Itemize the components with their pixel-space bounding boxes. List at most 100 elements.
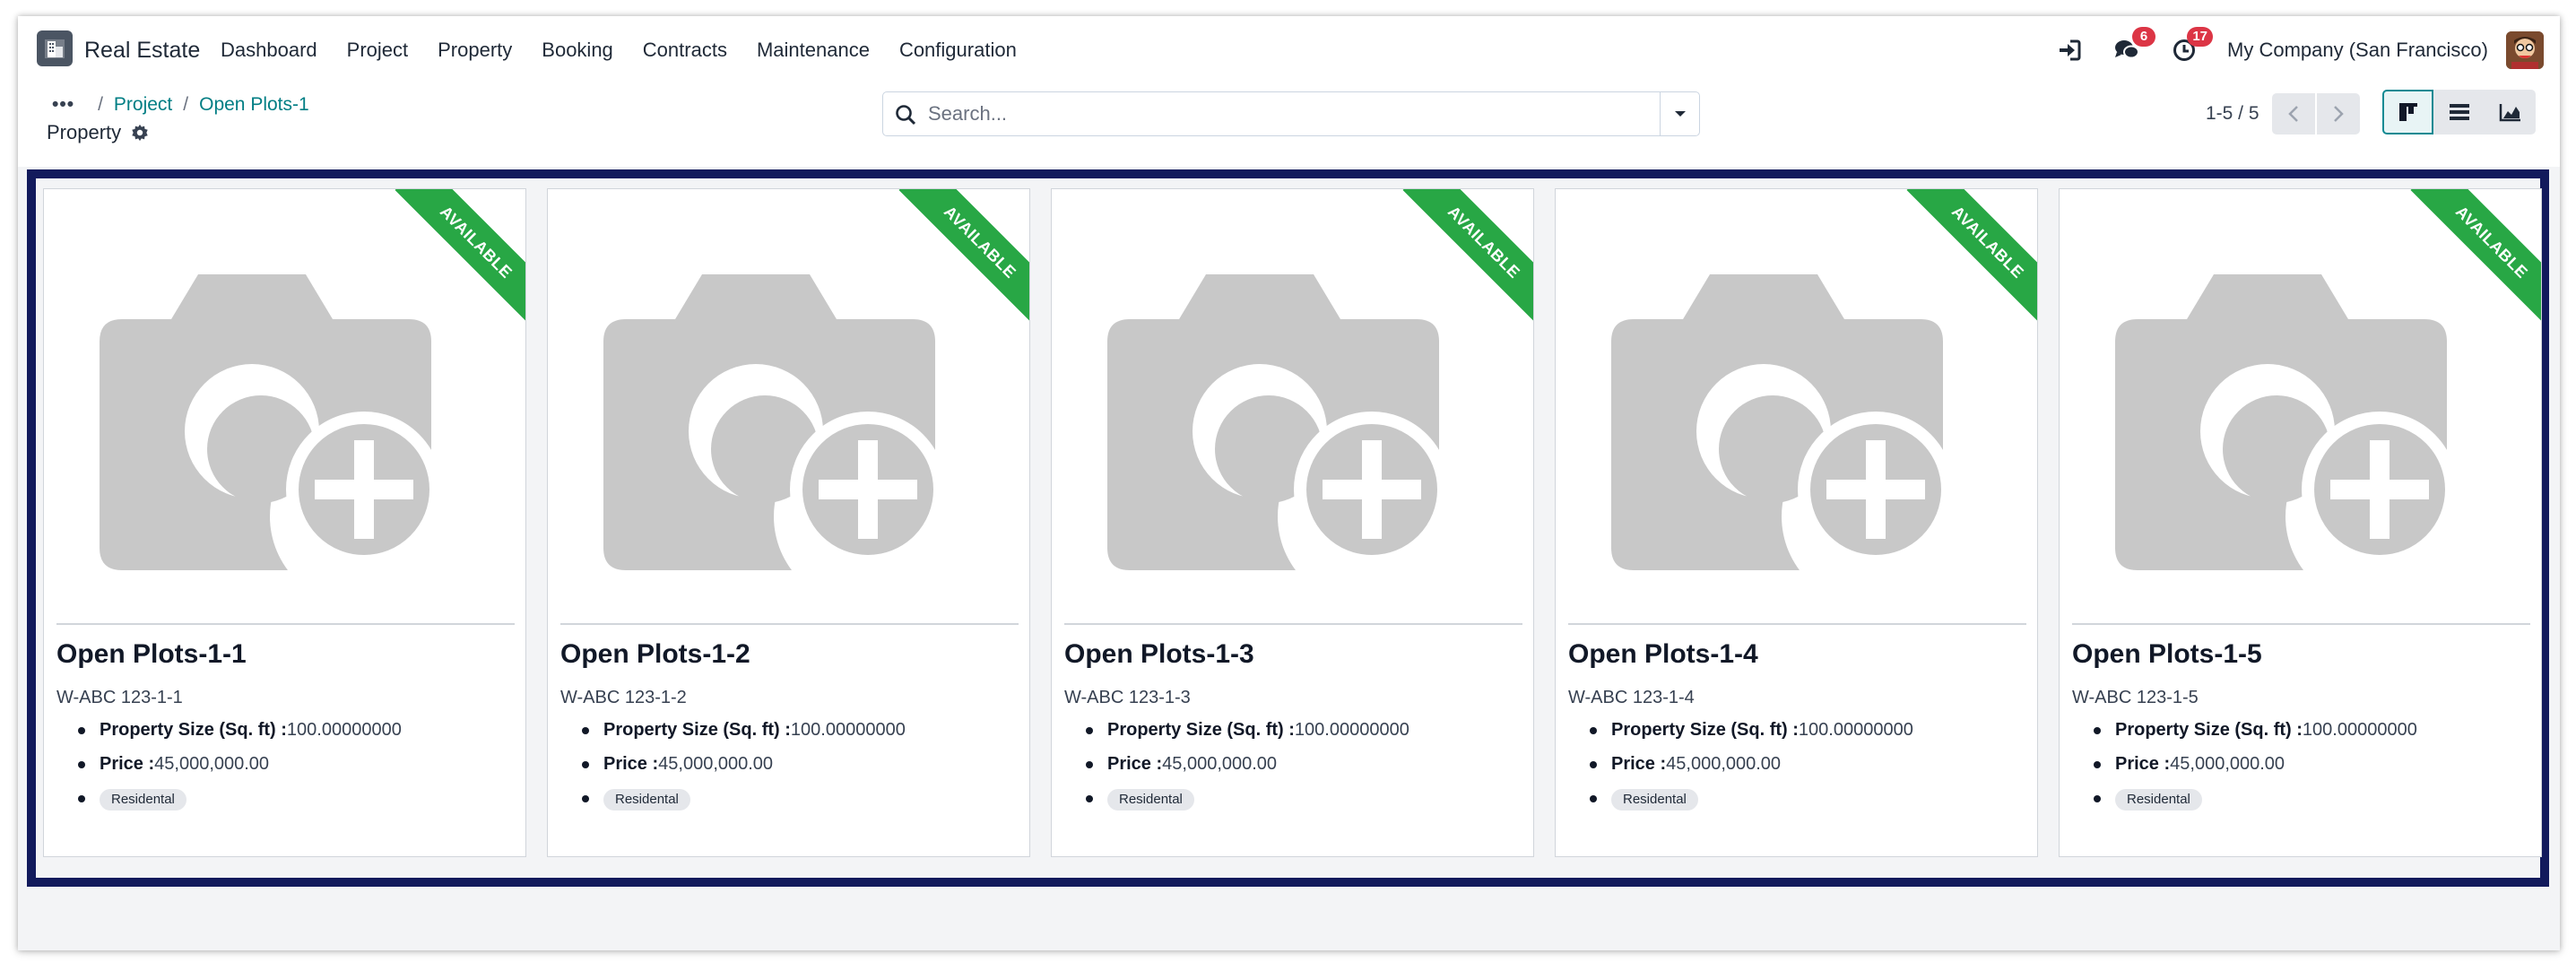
- property-type-tag: Residental: [100, 789, 186, 811]
- price-label: Price :: [1611, 754, 1667, 774]
- search-icon: [896, 105, 916, 126]
- kanban-record-card[interactable]: AVAILABLE Open Plots-1-4 W-ABC 123-1-4 P…: [1555, 188, 2038, 857]
- graph-view-button[interactable]: [2485, 90, 2536, 134]
- tags-item: Residental: [1568, 785, 1913, 819]
- card-divider: [56, 623, 515, 625]
- company-switcher[interactable]: My Company (San Francisco): [2227, 39, 2488, 62]
- price-label: Price :: [100, 754, 155, 774]
- property-size-value: 100.00000000: [2302, 720, 2417, 740]
- messages-icon[interactable]: 6: [2111, 27, 2156, 66]
- area-chart-icon: [2499, 104, 2520, 122]
- breadcrumb-separator: /: [183, 94, 189, 115]
- breadcrumb-separator: /: [98, 94, 103, 115]
- price-value: 45,000,000.00: [658, 754, 774, 774]
- main-menu: Dashboard Project Property Booking Contr…: [221, 16, 1046, 84]
- property-size-item: Property Size (Sq. ft) :100.00000000: [1064, 716, 1409, 750]
- menu-project[interactable]: Project: [347, 39, 408, 62]
- breadcrumb-project[interactable]: Project: [114, 94, 172, 116]
- menu-contracts[interactable]: Contracts: [643, 39, 727, 62]
- property-size-value: 100.00000000: [790, 720, 906, 740]
- user-avatar[interactable]: [2506, 31, 2544, 69]
- kanban-view-button[interactable]: [2382, 90, 2433, 134]
- menu-maintenance[interactable]: Maintenance: [757, 39, 870, 62]
- price-item: Price :45,000,000.00: [56, 750, 402, 785]
- price-value: 45,000,000.00: [2170, 754, 2285, 774]
- selection-highlight: AVAILABLE Open Plots-1-1 W-ABC 123-1-1 P…: [27, 169, 2549, 887]
- pager-next-button[interactable]: [2316, 93, 2360, 134]
- record-reference: W-ABC 123-1-2: [560, 688, 687, 707]
- record-details: Property Size (Sq. ft) :100.00000000 Pri…: [2072, 716, 2417, 819]
- kanban-record-card[interactable]: AVAILABLE Open Plots-1-1 W-ABC 123-1-1 P…: [43, 188, 526, 857]
- search-options-toggle[interactable]: [1660, 92, 1699, 135]
- breadcrumb-open-plots[interactable]: Open Plots-1: [199, 94, 309, 116]
- card-divider: [560, 623, 1019, 625]
- breadcrumb: ••• / Project / Open Plots-1: [52, 94, 309, 116]
- kanban-record-card[interactable]: AVAILABLE Open Plots-1-2 W-ABC 123-1-2 P…: [547, 188, 1030, 857]
- gear-icon[interactable]: [130, 123, 150, 143]
- record-details: Property Size (Sq. ft) :100.00000000 Pri…: [1064, 716, 1409, 819]
- kanban-renderer: AVAILABLE Open Plots-1-1 W-ABC 123-1-1 P…: [43, 188, 2542, 857]
- camera-plus-icon: [603, 274, 935, 570]
- activity-clock-icon[interactable]: 17: [2168, 27, 2214, 66]
- list-icon: [2449, 104, 2469, 120]
- tags-item: Residental: [560, 785, 906, 819]
- record-reference: W-ABC 123-1-1: [56, 688, 183, 707]
- price-label: Price :: [1107, 754, 1163, 774]
- property-size-label: Property Size (Sq. ft) :: [2115, 720, 2303, 740]
- tags-item: Residental: [1064, 785, 1409, 819]
- chevron-right-icon: [2333, 106, 2344, 122]
- search-bar: [882, 91, 1700, 136]
- record-title: Open Plots-1-5: [2072, 639, 2262, 669]
- menu-booking[interactable]: Booking: [542, 39, 613, 62]
- kanban-record-card[interactable]: AVAILABLE Open Plots-1-3 W-ABC 123-1-3 P…: [1051, 188, 1534, 857]
- breadcrumb-more-button[interactable]: •••: [52, 94, 74, 116]
- apps-menu-icon[interactable]: [37, 30, 73, 66]
- view-switcher: [2382, 90, 2536, 134]
- menu-dashboard[interactable]: Dashboard: [221, 39, 317, 62]
- camera-plus-icon: [100, 274, 431, 570]
- record-reference: W-ABC 123-1-4: [1568, 688, 1695, 707]
- kanban-icon: [2398, 103, 2417, 121]
- price-item: Price :45,000,000.00: [2072, 750, 2417, 785]
- record-title: Open Plots-1-2: [560, 639, 750, 669]
- menu-property[interactable]: Property: [438, 39, 512, 62]
- list-view-button[interactable]: [2433, 90, 2485, 134]
- tags-item: Residental: [2072, 785, 2417, 819]
- property-size-value: 100.00000000: [286, 720, 402, 740]
- app-brand[interactable]: Real Estate: [84, 16, 200, 84]
- app-window: Real Estate Dashboard Project Property B…: [18, 16, 2560, 950]
- price-item: Price :45,000,000.00: [1064, 750, 1409, 785]
- property-size-label: Property Size (Sq. ft) :: [603, 720, 791, 740]
- property-type-tag: Residental: [1107, 789, 1194, 811]
- record-details: Property Size (Sq. ft) :100.00000000 Pri…: [1568, 716, 1913, 819]
- price-item: Price :45,000,000.00: [1568, 750, 1913, 785]
- record-reference: W-ABC 123-1-3: [1064, 688, 1191, 707]
- property-size-item: Property Size (Sq. ft) :100.00000000: [2072, 716, 2417, 750]
- property-size-label: Property Size (Sq. ft) :: [1611, 720, 1799, 740]
- property-size-item: Property Size (Sq. ft) :100.00000000: [1568, 716, 1913, 750]
- caret-down-icon: [1674, 111, 1686, 117]
- record-title: Open Plots-1-1: [56, 639, 247, 669]
- kanban-record-card[interactable]: AVAILABLE Open Plots-1-5 W-ABC 123-1-5 P…: [2059, 188, 2542, 857]
- page-title-text: Property: [47, 121, 122, 143]
- property-size-label: Property Size (Sq. ft) :: [100, 720, 287, 740]
- sign-in-icon[interactable]: [2053, 34, 2086, 66]
- record-details: Property Size (Sq. ft) :100.00000000 Pri…: [56, 716, 402, 819]
- price-value: 45,000,000.00: [1162, 754, 1278, 774]
- camera-plus-icon: [1611, 274, 1943, 570]
- camera-plus-icon: [1107, 274, 1439, 570]
- search-input[interactable]: [928, 92, 1636, 135]
- pager-previous-button[interactable]: [2271, 93, 2315, 134]
- record-title: Open Plots-1-4: [1568, 639, 1758, 669]
- property-type-tag: Residental: [1611, 789, 1698, 811]
- kanban-content: AVAILABLE Open Plots-1-1 W-ABC 123-1-1 P…: [18, 167, 2560, 950]
- property-size-item: Property Size (Sq. ft) :100.00000000: [56, 716, 402, 750]
- price-item: Price :45,000,000.00: [560, 750, 906, 785]
- property-type-tag: Residental: [603, 789, 690, 811]
- card-divider: [1568, 623, 2026, 625]
- navbar-systray: 6 17 My Company (San Francisco): [2028, 16, 2544, 84]
- menu-configuration[interactable]: Configuration: [899, 39, 1017, 62]
- tags-item: Residental: [56, 785, 402, 819]
- pager-value[interactable]: 1-5 / 5: [2206, 103, 2259, 125]
- card-divider: [2072, 623, 2530, 625]
